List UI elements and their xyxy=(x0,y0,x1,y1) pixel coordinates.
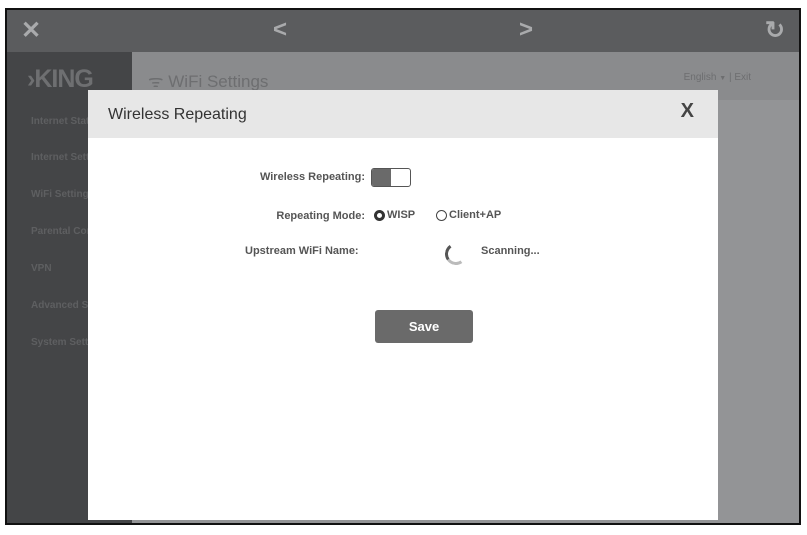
sidebar-item-wifi-settings[interactable]: WiFi Settings xyxy=(31,189,94,200)
upstream-wifi-label: Upstream WiFi Name: xyxy=(245,245,359,257)
forward-icon[interactable]: > xyxy=(519,16,533,44)
radio-unselected-icon xyxy=(436,209,447,221)
radio-label: Client+AP xyxy=(449,209,502,221)
mode-radio-client-ap[interactable]: Client+AP xyxy=(436,209,501,221)
radio-selected-icon xyxy=(374,209,385,221)
wireless-repeating-toggle[interactable] xyxy=(371,168,411,187)
wireless-repeating-dialog: Wireless Repeating X Wireless Repeating:… xyxy=(88,90,718,520)
refresh-icon[interactable]: ↻ xyxy=(765,16,785,45)
exit-link[interactable]: Exit xyxy=(734,72,751,83)
loading-spinner-icon xyxy=(443,241,469,267)
back-icon[interactable]: < xyxy=(273,16,287,44)
separator: | xyxy=(728,72,732,83)
language-select[interactable]: English xyxy=(684,72,717,83)
king-logo: ›KING xyxy=(27,65,94,93)
dialog-title: Wireless Repeating xyxy=(108,106,247,123)
app-window: ✕ < > ↻ ›KING Internet Status Internet S… xyxy=(5,8,801,525)
radio-label: WISP xyxy=(387,209,416,221)
page-title: WiFi Settings xyxy=(168,72,269,91)
chevron-down-icon[interactable]: ▼ xyxy=(719,75,726,82)
close-dialog-button[interactable]: X xyxy=(681,100,694,123)
sidebar-item-vpn[interactable]: VPN xyxy=(31,263,52,274)
mode-radio-wisp[interactable]: WISP xyxy=(374,209,415,221)
wireless-repeating-label: Wireless Repeating: xyxy=(259,171,365,183)
dialog-header: Wireless Repeating X xyxy=(88,90,718,138)
close-icon[interactable]: ✕ xyxy=(21,16,41,45)
top-bar: ✕ < > ↻ xyxy=(7,10,799,52)
repeating-mode-label: Repeating Mode: xyxy=(276,210,365,222)
scanning-status: Scanning... xyxy=(481,245,540,257)
save-button[interactable]: Save xyxy=(375,310,473,343)
wifi-icon: ᯤ xyxy=(148,72,164,91)
